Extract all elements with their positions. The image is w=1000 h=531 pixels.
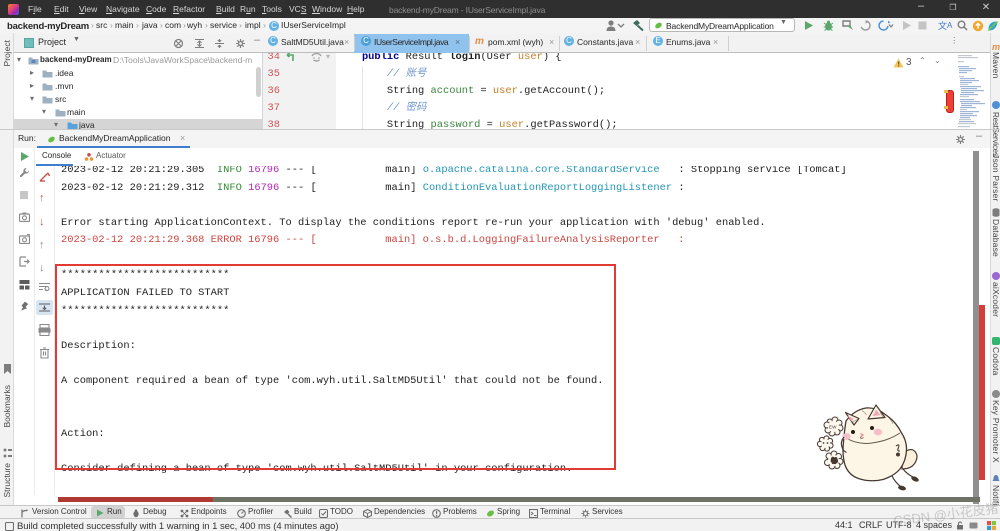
svg-text:EW: EW xyxy=(829,425,837,430)
